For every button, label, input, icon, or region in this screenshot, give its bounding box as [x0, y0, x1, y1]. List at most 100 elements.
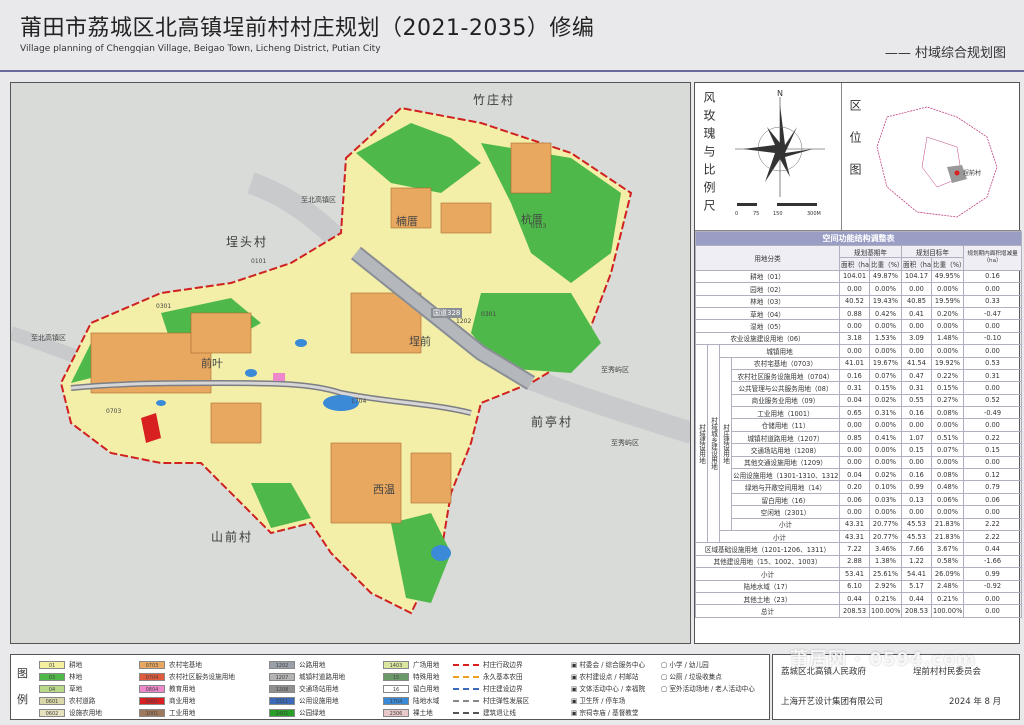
sub-area: 面积（ha）: [839, 257, 870, 271]
table-cell: 留白用地（16）: [731, 492, 840, 507]
table-cell: 0.00%: [869, 505, 902, 519]
sub-ratio: 比重（%）: [869, 257, 902, 271]
table-cell: 19.67%: [869, 356, 902, 370]
table-cell: 0.31: [839, 381, 870, 395]
table-row: 空闲地（2301） 0.00 0.00% 0.00 0.00% 0.00: [696, 505, 1023, 519]
table-cell: 0.48%: [931, 480, 964, 494]
legend-item: 03 林地: [39, 671, 82, 681]
sheet-name: —— 村域综合规划图: [884, 46, 1006, 61]
table-row: 林地（03） 40.52 19.43% 40.85 19.59% 0.33: [695, 294, 1023, 308]
table-cell: 0.06: [962, 492, 1023, 507]
table-cell: 0.07%: [869, 368, 902, 383]
legend-label: 文体活动中心 / 幸福院: [579, 685, 646, 693]
legend-item: 1311 公用设施用地: [269, 695, 339, 705]
table-cell: 0.99: [962, 567, 1023, 581]
legend-facility-item: ▢ 小学 / 幼儿园: [661, 659, 709, 669]
table-cell: 0.06: [839, 492, 870, 507]
table-cell: 2.92%: [869, 579, 902, 593]
table-cell: 0.16: [962, 269, 1023, 284]
land-code: 1704: [351, 398, 367, 405]
table-cell: 0.07%: [931, 443, 964, 457]
table-cell: 1.48%: [931, 331, 964, 346]
group-mid: 村域城乡建设用地: [707, 344, 720, 544]
rose-title: 风玫瑰与比例尺: [702, 91, 716, 217]
table-cell: 0.21%: [869, 591, 902, 606]
road-label: 至秀屿区: [601, 366, 629, 374]
legend-swatch: 2306: [383, 709, 409, 717]
table-cell: 其他土地（23）: [695, 591, 840, 606]
table-cell: 耕地（01）: [695, 269, 840, 284]
table-cell: 0.47: [901, 368, 932, 383]
table-cell: 21.83%: [931, 517, 964, 532]
table-cell: 0.00%: [931, 319, 964, 333]
legend-facility-item: ▣ 农村建设点 / 村邮站: [571, 671, 639, 681]
table-cell: 26.09%: [931, 567, 964, 581]
table-row: 耕地（01） 104.01 49.87% 104.17 49.95% 0.16: [695, 269, 1023, 284]
land-code: 0301: [156, 303, 172, 310]
land-code: 1202: [456, 318, 472, 325]
table-cell: 0.00: [962, 344, 1023, 358]
table-cell: 0.00: [901, 344, 932, 358]
table-cell: 小计: [719, 529, 840, 544]
table-cell: 小计: [695, 567, 840, 581]
sub-ratio: 比重（%）: [931, 257, 964, 271]
table-row: 留白用地（16） 0.06 0.03% 0.13 0.06% 0.06: [696, 492, 1023, 507]
table-row: 农业设施建设用地（06） 3.18 1.53% 3.09 1.48% -0.10: [695, 331, 1023, 346]
watermark: 莆居网 · 0594.com: [790, 649, 977, 670]
table-cell: 0.79: [962, 480, 1023, 494]
legend-line-swatch: [453, 700, 479, 702]
table-cell: 43.31: [839, 517, 870, 532]
page-subtitle: Village planning of Chengqian Village, B…: [20, 44, 381, 54]
table-cell: 其他建设用地（15、1002、1003）: [695, 554, 840, 569]
legend-label: 村庄弹性发展区: [483, 697, 530, 705]
table-cell: 0.02%: [869, 468, 902, 482]
table-row: 草地（04） 0.88 0.42% 0.41 0.20% -0.47: [695, 306, 1023, 321]
legend-item: 0602 设施农用地: [39, 707, 102, 717]
north-letter: N: [777, 89, 783, 98]
table-cell: 0.00%: [869, 282, 902, 296]
table-cell: 1.07: [901, 430, 932, 445]
legend-label: 设施农用地: [69, 709, 102, 717]
road-label: 至秀屿区: [611, 439, 639, 447]
table-cell: 0.20: [839, 480, 870, 494]
table-row: 仓储用地（11） 0.00 0.00% 0.00 0.00% 0.00: [696, 418, 1023, 432]
legend-label: 小学 / 幼儿园: [669, 661, 709, 669]
table-cell: 0.27%: [931, 393, 964, 408]
map-canvas: [11, 83, 690, 643]
table-cell: 0.00: [901, 282, 932, 296]
legend-label: 教育用地: [169, 685, 196, 693]
table-cell: 商业服务业用地（09）: [731, 393, 840, 408]
table-cell: 0.53: [962, 356, 1023, 370]
table-cell: 0.00: [962, 418, 1023, 432]
legend-label: 村委会 / 综合服务中心: [579, 661, 646, 669]
legend-swatch: 1403: [383, 661, 409, 669]
legend-label: 林地: [69, 673, 83, 681]
table-cell: 0.20%: [931, 306, 964, 321]
table-cell: 农业设施建设用地（06）: [695, 331, 840, 346]
group-outer: 村域建设用地: [695, 344, 708, 544]
table-cell: 40.52: [839, 294, 870, 308]
legend-label: 农村社区服务设施用地: [169, 673, 235, 681]
table-cell: 0.00: [901, 455, 932, 470]
col-target: 规划目标年: [901, 244, 964, 259]
legend-title: 图例: [17, 667, 28, 706]
legend-item: 1401 公园绿地: [269, 707, 325, 717]
legend-swatch: 01: [39, 661, 65, 669]
table-cell: 园地（02）: [695, 282, 840, 296]
table-cell: 3.18: [839, 331, 870, 346]
village-map[interactable]: 竹庄村 埕头村 前亭村 山前村 前叶 埕前 楠厝 杭厝 西温 至北高镇区 至北高…: [10, 82, 691, 644]
table-cell: 公共管理与公共服务用地（08）: [731, 381, 840, 395]
table-cell: 0.31%: [869, 406, 902, 420]
table-cell: 49.87%: [869, 269, 902, 284]
table-row: 公用设施用地（1301-1310、1312） 0.04 0.02% 0.16 0.08%…: [696, 468, 1023, 482]
legend-item: 04 草地: [39, 683, 82, 693]
legend-label: 村庄行政边界: [483, 661, 523, 669]
legend-swatch: 0804: [139, 685, 165, 693]
table-cell: 25.61%: [869, 567, 902, 581]
legend-swatch: 1207: [269, 673, 295, 681]
legend-line-swatch: [453, 712, 479, 714]
legend-label: 耕地: [69, 661, 83, 669]
scale-0: 0: [735, 211, 738, 217]
road-label: 至北高镇区: [31, 334, 66, 342]
legend-label: 草地: [69, 685, 83, 693]
